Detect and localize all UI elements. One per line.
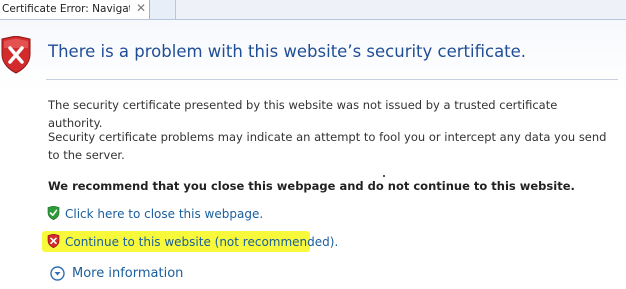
close-webpage-link[interactable]: Click here to close this webpage. [65, 207, 263, 221]
shield-x-small-icon [47, 234, 60, 248]
warning-text: Security certificate problems may indica… [48, 130, 607, 162]
chevron-down-circle-icon[interactable] [50, 266, 65, 281]
page-title: There is a problem with this website’s s… [48, 42, 527, 61]
shield-check-icon [47, 206, 60, 220]
tab-bar: Certificate Error: Navigatio... ✕ [0, 0, 626, 20]
explanation-text: The security certificate presented by th… [48, 98, 558, 130]
more-information-link[interactable]: More information [72, 266, 183, 281]
tab-close-icon[interactable]: ✕ [136, 1, 146, 15]
cursor-dot [383, 175, 385, 177]
new-tab-button[interactable] [150, 0, 176, 19]
tab-certificate-error[interactable]: Certificate Error: Navigatio... ✕ [0, 0, 150, 19]
continue-to-website-link[interactable]: Continue to this website (not recommende… [65, 235, 338, 249]
recommendation-text: We recommend that you close this webpage… [48, 179, 575, 193]
divider [46, 79, 618, 80]
tab-title: Certificate Error: Navigatio... [2, 3, 130, 15]
shield-x-icon [1, 36, 31, 74]
